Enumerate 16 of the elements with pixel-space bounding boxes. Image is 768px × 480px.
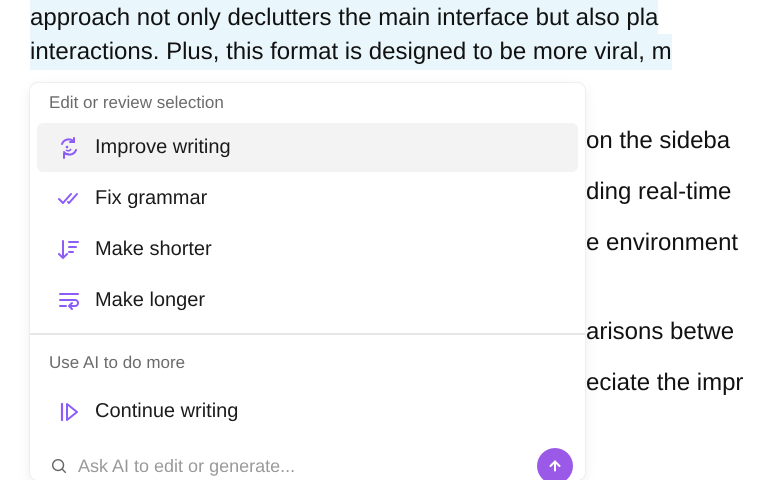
prompt-field[interactable]: Ask AI to edit or generate... [78, 454, 527, 478]
text-line: eciate the impr [586, 368, 744, 396]
menu-item[interactable]: Make longer [37, 276, 578, 325]
sort-down-icon [57, 238, 81, 262]
menu-item[interactable]: Make shorter [37, 225, 578, 274]
send-button[interactable] [537, 448, 573, 480]
menu-item[interactable]: Continue writing [37, 387, 578, 436]
search-icon [50, 457, 68, 475]
menu-item[interactable]: Improve writing [37, 123, 578, 172]
section-heading: Use AI to do more [48, 352, 186, 374]
menu-item[interactable]: Fix grammar [37, 174, 578, 223]
text-line: arisons betwe [586, 318, 734, 346]
text-line: e environment [586, 228, 738, 256]
section-heading: Edit or review selection [48, 92, 225, 114]
text-line: ding real-time [586, 178, 732, 206]
text-line: on the sideba [586, 126, 730, 154]
